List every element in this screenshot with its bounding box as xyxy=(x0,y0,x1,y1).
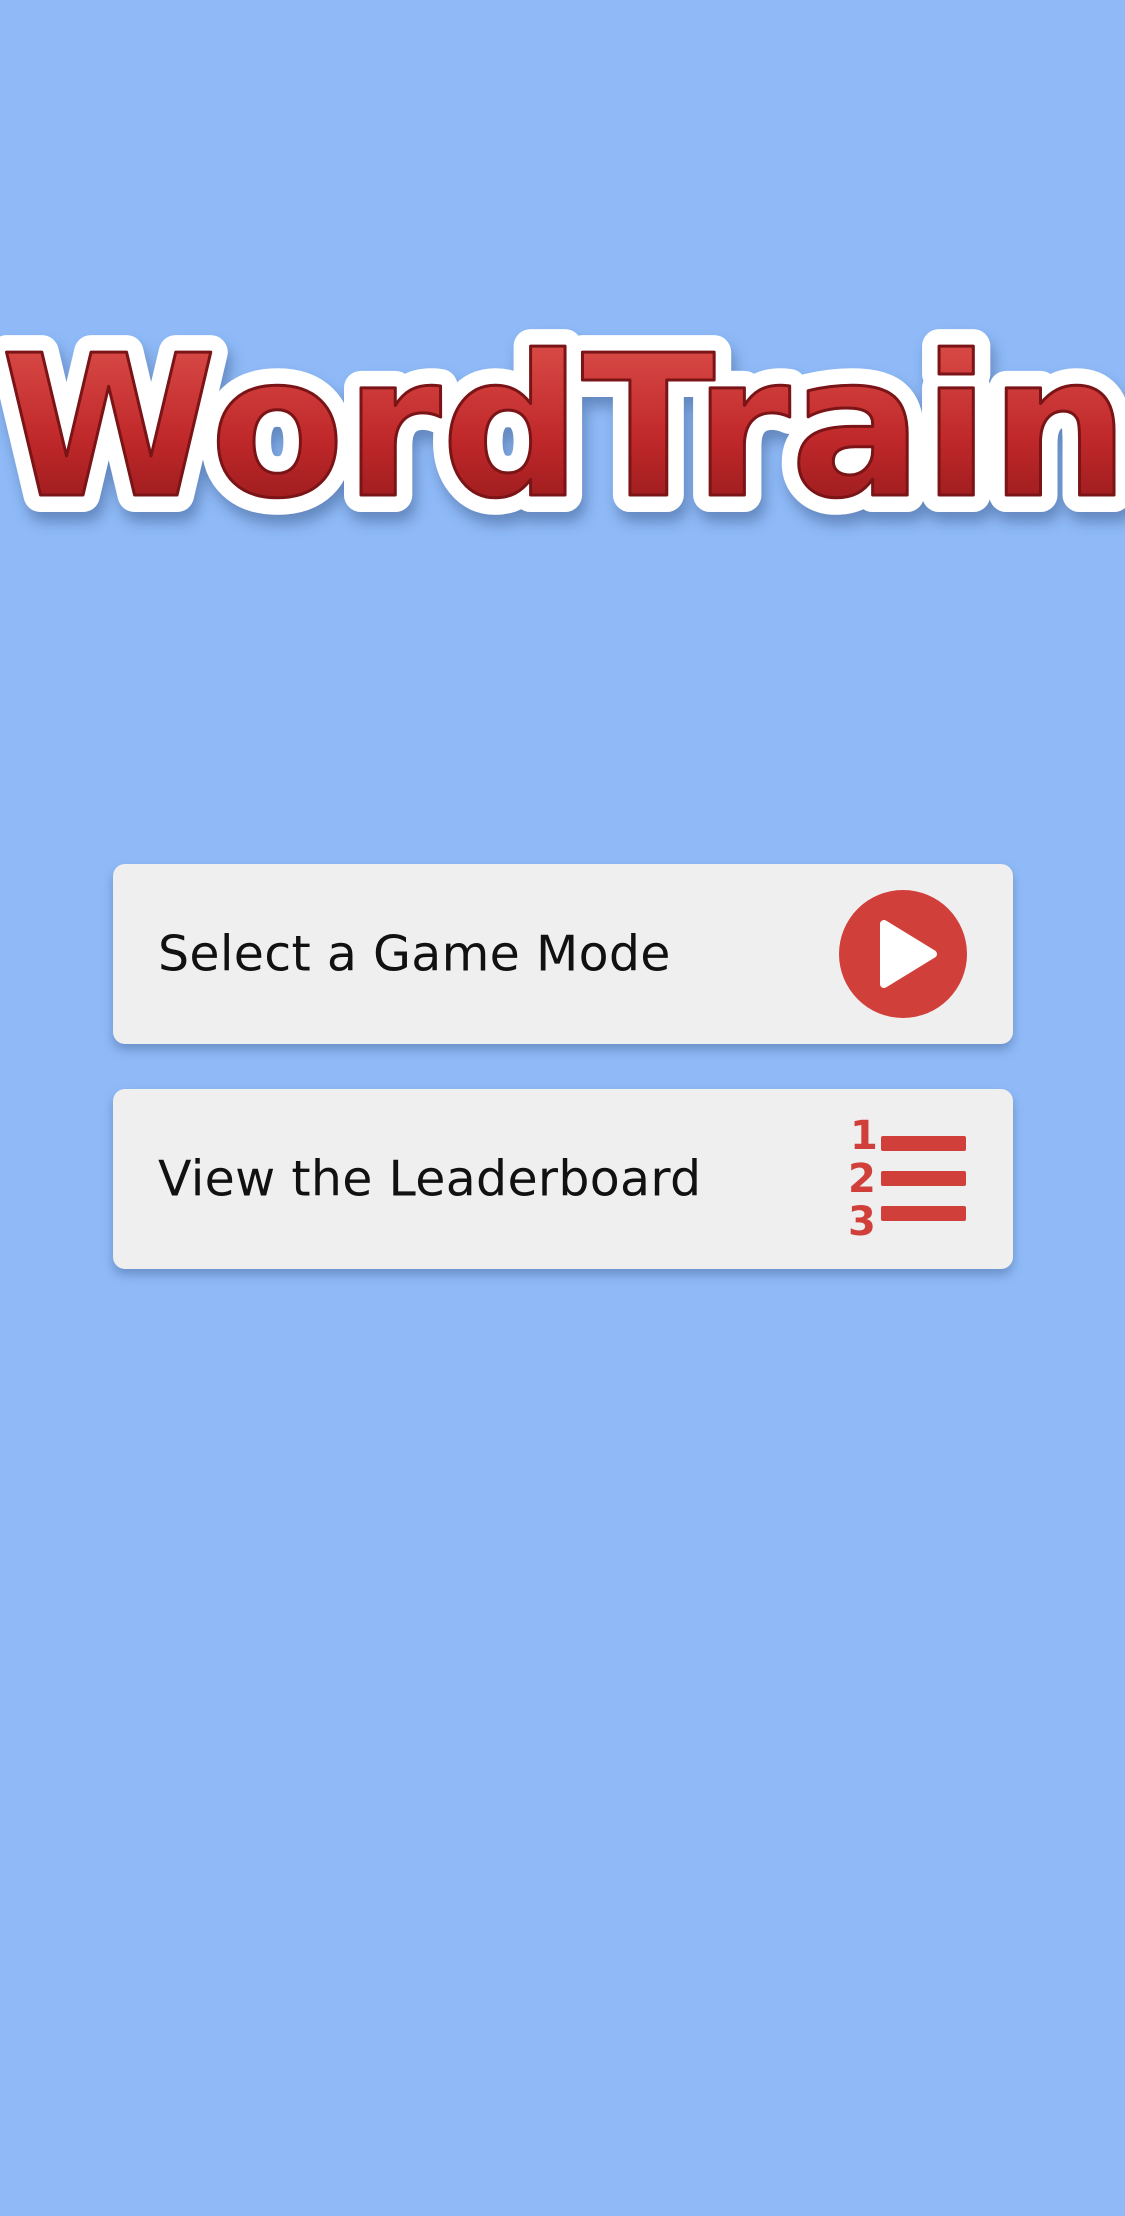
logo-text: WordTrain xyxy=(1,314,1125,542)
play-icon xyxy=(838,889,968,1019)
view-leaderboard-button[interactable]: View the Leaderboard 1 2 3 xyxy=(113,1089,1013,1269)
wordtrain-logo: WordTrain WordTrain xyxy=(0,297,1125,590)
leaderboard-list-icon: 1 2 3 xyxy=(838,1114,968,1244)
select-game-mode-label: Select a Game Mode xyxy=(158,925,671,983)
svg-text:2: 2 xyxy=(848,1156,876,1202)
view-leaderboard-label: View the Leaderboard xyxy=(158,1150,702,1208)
svg-text:1: 1 xyxy=(850,1114,878,1159)
select-game-mode-button[interactable]: Select a Game Mode xyxy=(113,864,1013,1044)
svg-text:3: 3 xyxy=(848,1199,876,1244)
